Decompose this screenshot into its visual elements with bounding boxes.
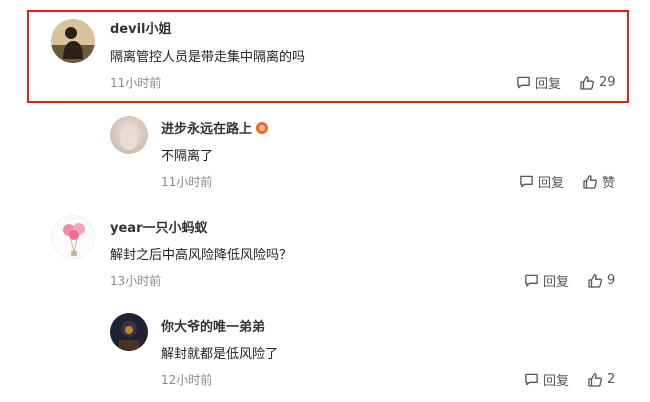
username-text: 进步永远在路上 [161,122,253,137]
reply-icon [525,274,538,287]
reply-icon [520,175,533,188]
reply-label: 回复 [543,275,570,290]
reply-button[interactable]: 回复 [516,73,561,92]
comment-text: 解封之后中高风险降低风险吗？ [110,248,293,263]
reply-icon [517,76,530,89]
reply-button[interactable]: 回复 [519,172,564,191]
avatar[interactable] [51,215,95,259]
username[interactable]: devil小姐 [110,18,172,37]
comment-text: 隔离管控人员是带走集中隔离的吗 [110,50,306,65]
timestamp: 12小时前 [161,373,213,387]
thumbs-up-icon [588,273,603,288]
reply-label: 回复 [543,374,570,389]
reply-button[interactable]: 回复 [524,271,569,290]
username[interactable]: 进步永远在路上 [161,118,269,137]
like-label: 赞 [602,176,616,191]
medal-badge-icon [256,122,269,134]
timestamp: 13小时前 [110,274,162,288]
like-button[interactable]: 9 [587,273,615,289]
timestamp: 11小时前 [161,175,213,189]
like-count: 2 [607,372,616,387]
like-count: 29 [599,75,616,90]
like-button[interactable]: 29 [579,75,616,91]
reply-button[interactable]: 回复 [524,370,569,389]
avatar[interactable] [51,19,95,63]
like-button[interactable]: 2 [587,372,615,388]
reply-label: 回复 [538,176,565,191]
avatar[interactable] [110,116,148,154]
like-count: 9 [607,273,616,288]
timestamp: 11小时前 [110,76,162,90]
comment-text: 解封就都是低风险了 [161,347,279,362]
reply-icon [525,373,538,386]
thumbs-up-icon [588,372,603,387]
comment-text: 不隔离了 [161,149,214,164]
username[interactable]: year一只小蚂蚁 [110,217,207,236]
thumbs-up-icon [583,174,598,189]
reply-label: 回复 [535,77,562,92]
like-button[interactable]: 赞 [582,172,615,191]
username[interactable]: 你大爷的唯一弟弟 [161,316,265,335]
avatar[interactable] [110,313,148,351]
thumbs-up-icon [580,75,595,90]
